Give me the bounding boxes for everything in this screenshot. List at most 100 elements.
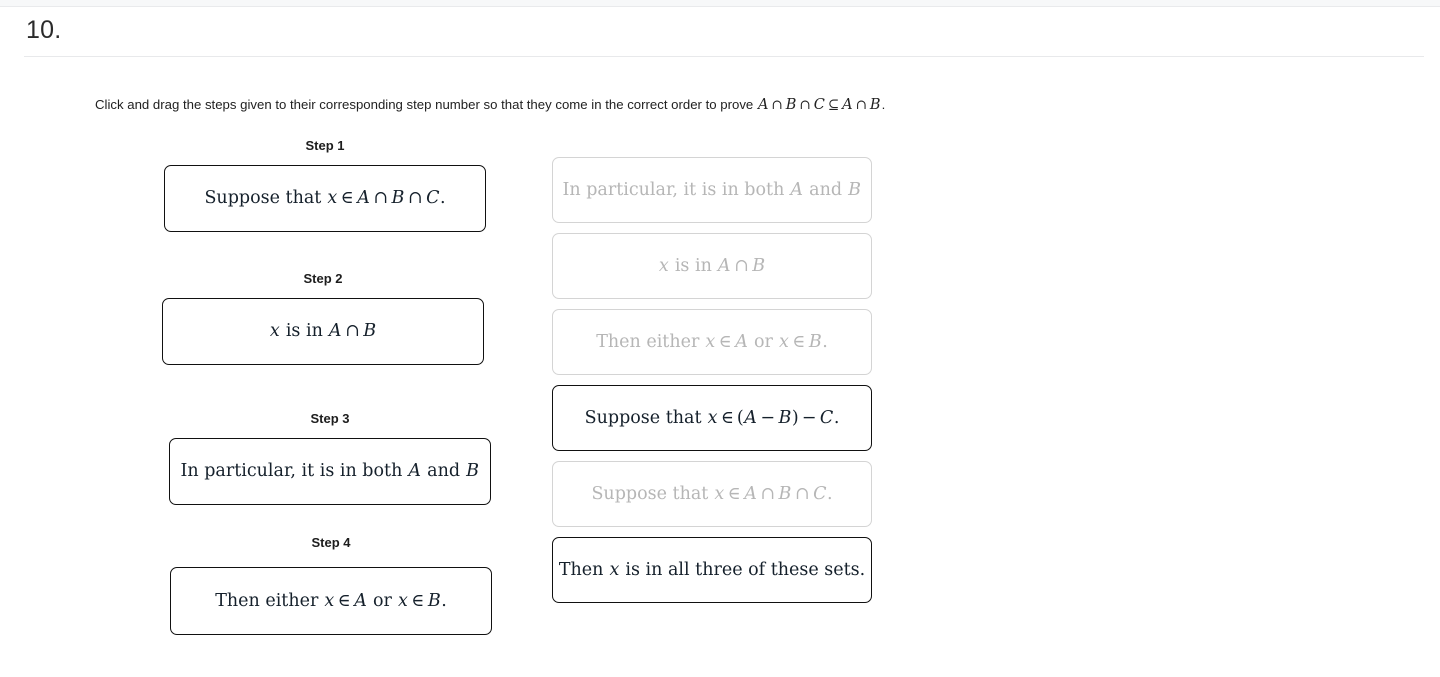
step-3-label: Step 3 (310, 411, 350, 426)
bank-item-5-content: Suppose that x ∈ A ∩ B ∩ C. (591, 484, 832, 504)
step-1-label: Step 1 (305, 138, 345, 153)
bank-item-4-minus-2: − (801, 407, 817, 428)
bank-item-3-set-b: B (808, 331, 822, 352)
bank-item-5-set-a: A (744, 483, 757, 504)
bank-item-suppose-a-minus-b-minus-c[interactable]: Suppose that x ∈ (A − B) − C. (552, 385, 872, 451)
bank-item-3-period: . (822, 331, 828, 352)
step-3-lead: In particular, it is in both (180, 461, 403, 482)
prompt-set-b2: B (869, 97, 881, 113)
step-2-dropzone[interactable]: x is in A ∩ B (162, 298, 484, 365)
step-2-set-b: B (363, 321, 377, 342)
bank-item-4-period: . (833, 407, 840, 428)
step-group-4: Step 4 Then either x ∈ A or x ∈ B. (170, 535, 492, 635)
bank-item-4-var-x: x (707, 407, 718, 428)
bank-item-5-lead: Suppose that (591, 483, 709, 504)
bank-item-4-lead: Suppose that (584, 407, 702, 428)
prompt-subseteq: ⊆ (827, 97, 840, 113)
step-group-2: Step 2 x is in A ∩ B (162, 271, 484, 367)
bank-item-6-var-x: x (609, 559, 620, 580)
step-4-dropzone[interactable]: Then either x ∈ A or x ∈ B. (170, 567, 492, 635)
step-3-and: and (427, 461, 461, 482)
step-group-1: Step 1 Suppose that x ∈ A ∩ B ∩ C. (164, 138, 486, 234)
step-2-label: Step 2 (303, 271, 343, 286)
step-3-content: In particular, it is in both A and B (180, 461, 479, 481)
bank-item-3-element-of-1: ∈ (718, 331, 732, 352)
prompt-intersect-1: ∩ (771, 97, 783, 113)
step-4-or: or (372, 590, 392, 611)
steps-column: Step 1 Suppose that x ∈ A ∩ B ∩ C. Step 2 x is… (0, 0, 540, 677)
step-4-content: Then either x ∈ A or x ∈ B. (215, 591, 447, 611)
bank-item-4-set-a: A (744, 407, 757, 428)
bank-item-3-var-x2: x (778, 331, 789, 352)
bank-item-3-element-of-2: ∈ (792, 331, 806, 352)
step-1-set-a: A (357, 188, 370, 209)
step-2-content: x is in A ∩ B (269, 321, 376, 341)
step-2-intersect: ∩ (345, 321, 360, 342)
prompt-period: . (881, 97, 886, 112)
bank-item-then-either[interactable]: Then either x ∈ A or x ∈ B. (552, 309, 872, 375)
bank-item-2-set-a: A (717, 255, 731, 276)
bank-item-2-lead: is in (674, 255, 712, 276)
prompt-set-b1: B (785, 97, 797, 113)
bank-item-in-particular[interactable]: In particular, it is in both A and B (552, 157, 872, 223)
prompt-intersect-3: ∩ (855, 97, 867, 113)
bank-item-5-element-of: ∈ (727, 483, 741, 504)
bank-item-3-set-a: A (735, 331, 748, 352)
bank-item-3-lead: Then either (596, 331, 700, 352)
step-3-dropzone[interactable]: In particular, it is in both A and B (169, 438, 491, 505)
step-3-set-b: B (466, 461, 480, 482)
bank-item-1-lead: In particular, it is in both (562, 179, 785, 200)
bank-item-4-paren-open: ( (736, 407, 744, 428)
step-1-period: . (439, 188, 446, 209)
step-2-var-x: x (269, 321, 280, 342)
bank-item-5-var-x: x (714, 483, 725, 504)
step-1-var-x: x (327, 188, 338, 209)
bank-item-1-and: and (809, 179, 843, 200)
prompt-set-c1: C (813, 97, 825, 113)
bank-item-1-content: In particular, it is in both A and B (562, 180, 861, 200)
step-3-set-a: A (408, 461, 422, 482)
bank-item-2-intersect: ∩ (734, 255, 749, 276)
bank-item-2-content: x is in A ∩ B (658, 256, 765, 276)
bank-item-5-intersect-2: ∩ (794, 483, 810, 504)
step-4-set-a: A (354, 590, 367, 611)
prompt-set-a2: A (842, 97, 853, 113)
bank-item-3-content: Then either x ∈ A or x ∈ B. (596, 332, 828, 352)
step-1-set-c: C (426, 188, 440, 209)
bank-item-4-content: Suppose that x ∈ (A − B) − C. (585, 408, 840, 428)
step-1-dropzone[interactable]: Suppose that x ∈ A ∩ B ∩ C. (164, 165, 486, 232)
step-1-element-of: ∈ (340, 188, 354, 209)
bank-item-4-paren-close: ) (791, 407, 799, 428)
step-4-var-x2: x (397, 590, 408, 611)
bank-item-3-or: or (753, 331, 773, 352)
step-4-label: Step 4 (311, 535, 351, 550)
step-2-lead: is in (285, 321, 323, 342)
bank-item-5-intersect-1: ∩ (760, 483, 776, 504)
bank-item-1-set-a: A (790, 179, 804, 200)
bank-item-5-set-b: B (778, 483, 792, 504)
step-1-set-b: B (391, 188, 405, 209)
bank-item-4-minus-1: − (760, 407, 776, 428)
step-4-var-x1: x (324, 590, 335, 611)
step-4-set-b: B (427, 590, 441, 611)
bank-item-all-three-sets[interactable]: Then x is in all three of these sets. (552, 537, 872, 603)
bank-item-5-set-c: C (813, 483, 827, 504)
bank-item-2-set-b: B (752, 255, 766, 276)
prompt-set-a1: A (757, 97, 769, 113)
step-group-3: Step 3 In particular, it is in both A an… (169, 411, 491, 507)
step-4-lead: Then either (215, 590, 319, 611)
bank-item-2-var-x: x (658, 255, 669, 276)
bank-item-5-period: . (826, 483, 833, 504)
step-1-intersect-1: ∩ (373, 188, 389, 209)
bank-item-suppose-a-cap-b-cap-c[interactable]: Suppose that x ∈ A ∩ B ∩ C. (552, 461, 872, 527)
step-1-intersect-2: ∩ (407, 188, 423, 209)
bank-item-x-is-in-a-cap-b[interactable]: x is in A ∩ B (552, 233, 872, 299)
bank-item-6-lead: Then (558, 559, 604, 580)
bank-item-3-var-x1: x (705, 331, 716, 352)
step-1-lead: Suppose that (204, 188, 322, 209)
bank-item-4-set-c: C (819, 407, 834, 428)
bank-item-1-set-b: B (848, 179, 862, 200)
step-1-content: Suppose that x ∈ A ∩ B ∩ C. (204, 188, 445, 208)
step-4-element-of-2: ∈ (411, 590, 425, 611)
bank-item-6-tail: is in all three of these sets. (625, 559, 866, 580)
